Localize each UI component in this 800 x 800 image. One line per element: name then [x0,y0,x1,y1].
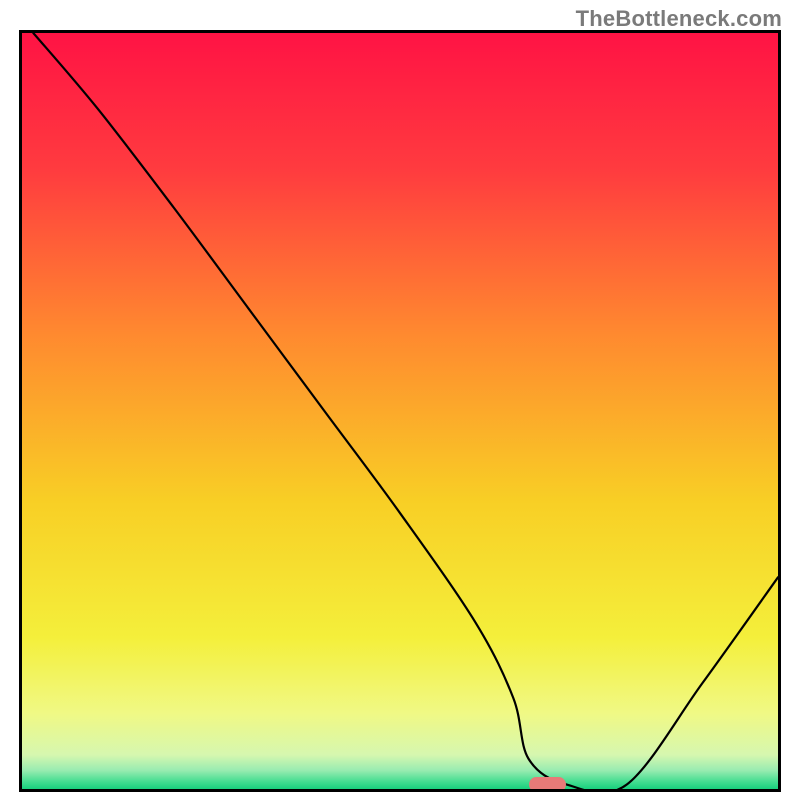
plot-frame [19,30,781,792]
bottleneck-curve [22,33,778,789]
chart-container: TheBottleneck.com [0,0,800,800]
optimal-marker [529,777,567,792]
watermark-text: TheBottleneck.com [576,6,782,32]
